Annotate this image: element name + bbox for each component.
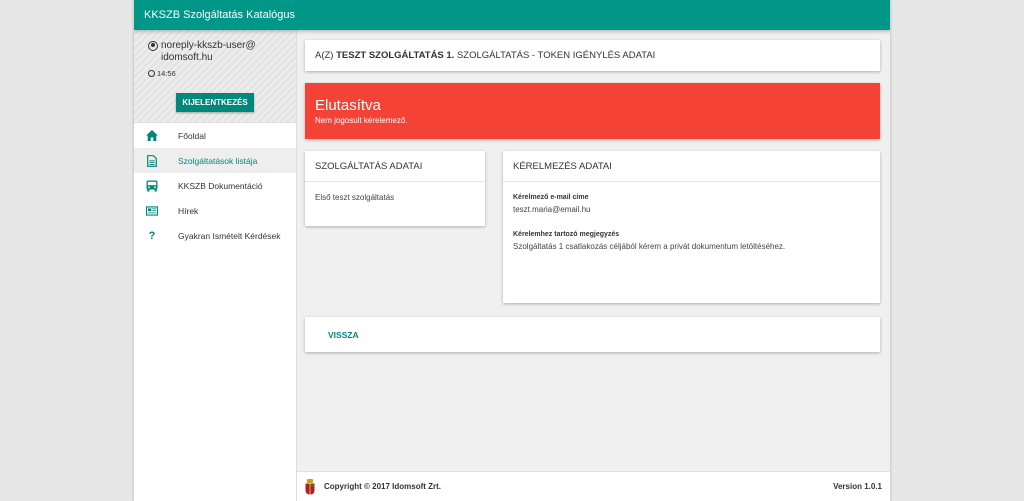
back-card: VISSZA [305,317,880,352]
footer: Copyright © 2017 Idomsoft Zrt. Version 1… [297,471,890,501]
service-description: Első teszt szolgáltatás [315,193,395,202]
status-banner: Elutasítva Nem jogosult kérelemező. [305,83,880,139]
user-circle-icon [148,41,158,51]
request-note-field: Kérelemhez tartozó megjegyzés Szolgáltat… [513,231,870,251]
version-label: Version 1.0.1 [833,482,882,491]
requester-email-field: Kérelmező e-mail címe teszt.maria@email.… [513,194,870,214]
sidebar-item-label: Főoldal [178,130,206,141]
requester-email-value: teszt.maria@email.hu [513,205,591,214]
app-title: KKSZB Szolgáltatás Katalógus [144,9,296,21]
sidebar-item-news[interactable]: Hírek [134,198,296,223]
news-icon [146,205,158,217]
sidebar-item-label: Szolgáltatások listája [178,155,258,166]
sidebar-nav: Főoldal Szolgáltatások listája KKSZB Dok… [134,123,296,248]
sidebar: noreply-kkszb-user@idomsoft.hu 14:56 KIJ… [134,30,297,501]
sidebar-item-label: KKSZB Dokumentáció [178,180,263,191]
user-panel: noreply-kkszb-user@idomsoft.hu 14:56 KIJ… [134,30,296,123]
copyright-text: Copyright © 2017 Idomsoft Zrt. [324,482,442,491]
sidebar-item-services[interactable]: Szolgáltatások listája [134,148,296,173]
user-info: noreply-kkszb-user@idomsoft.hu [148,40,282,64]
footer-copyright: Copyright © 2017 Idomsoft Zrt. [305,478,442,495]
sidebar-item-label: Gyakran Ismételt Kérdések [178,230,281,241]
sidebar-item-home[interactable]: Főoldal [134,123,296,148]
bus-icon [146,180,158,192]
request-details-body: Kérelmező e-mail címe teszt.maria@email.… [503,182,880,263]
sidebar-item-faq[interactable]: ? Gyakran Ismételt Kérdések [134,223,296,248]
status-title: Elutasítva [315,97,381,114]
sidebar-item-label: Hírek [178,205,199,216]
sidebar-item-documentation[interactable]: KKSZB Dokumentáció [134,173,296,198]
request-details-card: KÉRELMEZÉS ADATAI Kérelmező e-mail címe … [503,151,880,303]
page-title-service: TESZT SZOLGÁLTATÁS 1. [336,50,455,61]
clock-icon [148,70,155,77]
logout-button[interactable]: KIJELENTKEZÉS [176,93,254,112]
page-title-suffix: SZOLGÁLTATÁS - TOKEN IGÉNYLÉS ADATAI [456,50,656,61]
page-title: A(Z) TESZT SZOLGÁLTATÁS 1. SZOLGÁLTATÁS … [305,40,880,71]
question-icon: ? [148,229,156,242]
coat-of-arms-icon [305,478,315,495]
request-note-value: Szolgáltatás 1 csatlakozás céljából kére… [513,242,786,251]
status-message: Nem jogosult kérelemező. [315,116,408,125]
home-icon [146,130,158,142]
session-time-value: 14:56 [157,69,176,78]
session-time: 14:56 [148,69,282,78]
service-details-card: SZOLGÁLTATÁS ADATAI Első teszt szolgálta… [305,151,485,226]
user-email: noreply-kkszb-user@idomsoft.hu [161,40,256,63]
app-window: KKSZB Szolgáltatás Katalógus noreply-kks… [134,0,890,501]
requester-email-label: Kérelmező e-mail címe [513,194,589,201]
back-button[interactable]: VISSZA [328,330,359,340]
page-title-prefix: A(Z) [315,50,334,61]
top-bar: KKSZB Szolgáltatás Katalógus [134,0,890,30]
request-details-heading: KÉRELMEZÉS ADATAI [503,151,880,182]
main-content: A(Z) TESZT SZOLGÁLTATÁS 1. SZOLGÁLTATÁS … [297,30,890,471]
service-details-heading: SZOLGÁLTATÁS ADATAI [305,151,485,182]
request-note-label: Kérelemhez tartozó megjegyzés [513,231,620,238]
document-icon [146,154,158,167]
